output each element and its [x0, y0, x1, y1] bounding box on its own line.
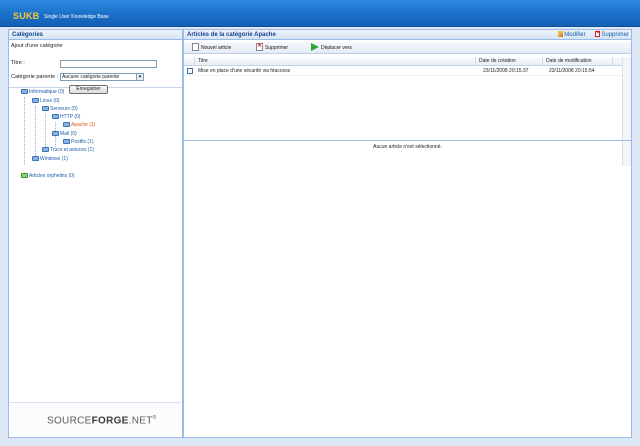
article-detail-pane: Aucun article n'est sélectionné. [184, 140, 631, 437]
move-article-button[interactable]: Déplacer vers [311, 43, 352, 53]
column-header-modified[interactable]: Date de modification [543, 57, 613, 66]
column-header-title[interactable]: Titre [195, 57, 476, 66]
delete-category-link[interactable]: Supprimer [595, 29, 629, 39]
edit-category-link[interactable]: Modifier [558, 31, 586, 39]
article-title-cell: Mise en place d'une sécurité via htacces… [198, 68, 291, 74]
delete-document-icon [256, 42, 263, 51]
categories-panel-title: Catégories [9, 30, 182, 40]
articles-panel: Articles de la catégorie Apache Modifier… [183, 29, 632, 438]
pencil-icon [558, 31, 564, 37]
tree-item-postfix[interactable]: Postfix (1) [63, 139, 94, 147]
add-category-heading: Ajout d'une catégorie [11, 43, 63, 49]
parent-category-label: Catégorie parente : [11, 74, 59, 80]
delete-article-button[interactable]: Supprimer [256, 42, 288, 53]
folder-icon [32, 156, 39, 161]
column-header-created[interactable]: Date de création [476, 57, 543, 66]
folder-icon [21, 89, 28, 94]
tree-item-windows[interactable]: Windows (1) [32, 156, 68, 164]
tree-item-http[interactable]: HTTP (0) [52, 114, 80, 122]
app-tagline: Single User Knowledge Base [44, 14, 109, 20]
tree-item-informatique[interactable]: Informatique (0) [21, 89, 64, 97]
table-row[interactable]: Mise en place d'une sécurité via htacces… [184, 67, 622, 76]
no-article-selected-message: Aucun article n'est sélectionné. [373, 144, 442, 150]
tree-item-articles-orphelins[interactable]: Articles orphelins (0) [21, 173, 75, 181]
articles-toolbar: Nouvel article Supprimer Déplacer vers [184, 42, 631, 54]
category-tree: Informatique (0) Linux (0) Serveurs (0) … [9, 88, 182, 393]
categories-panel: Catégories Ajout d'une catégorie Titre :… [8, 29, 183, 438]
article-modified-cell: 23/11/2008 20:15:54 [549, 68, 595, 74]
tree-item-mail[interactable]: Mail (0) [52, 131, 77, 139]
tree-item-trucs-astuces[interactable]: Trucs et astuces (1) [42, 147, 94, 155]
new-article-button[interactable]: Nouvel article [192, 43, 231, 53]
parent-category-select[interactable]: Aucune catégorie parente [60, 73, 137, 81]
sourceforge-footer: SOURCEFORGE.NET® [10, 402, 181, 436]
folder-icon [42, 147, 49, 152]
folder-icon [52, 131, 59, 136]
sourceforge-logo[interactable]: SOURCEFORGE.NET® [47, 415, 157, 426]
folder-icon [21, 173, 28, 178]
grid-header: Titre Date de création Date de modificat… [184, 57, 622, 66]
category-title-input[interactable] [60, 60, 157, 68]
article-created-cell: 23/11/2008 20:15:37 [483, 68, 529, 74]
folder-icon [63, 122, 70, 127]
row-checkbox[interactable] [187, 68, 193, 74]
articles-panel-title: Articles de la catégorie Apache Modifier… [184, 29, 631, 40]
panel-actions: Modifier Supprimer [550, 29, 629, 39]
folder-icon [32, 98, 39, 103]
chevron-down-icon[interactable]: ▾ [136, 73, 144, 81]
title-label: Titre : [11, 60, 25, 66]
app-header: SUKB Single User Knowledge Base [0, 0, 640, 27]
tree-item-linux[interactable]: Linux (0) [32, 98, 59, 106]
folder-icon [52, 114, 59, 119]
folder-icon [63, 139, 70, 144]
tree-item-apache[interactable]: Apache (1) [63, 122, 95, 130]
folder-icon [42, 106, 49, 111]
delete-icon [595, 29, 601, 37]
add-category-form: Ajout d'une catégorie Titre : Catégorie … [9, 40, 182, 94]
app-logo: SUKB [13, 11, 40, 21]
arrow-right-icon [311, 43, 319, 51]
tree-item-serveurs[interactable]: Serveurs (0) [42, 106, 78, 114]
new-document-icon [192, 43, 199, 51]
